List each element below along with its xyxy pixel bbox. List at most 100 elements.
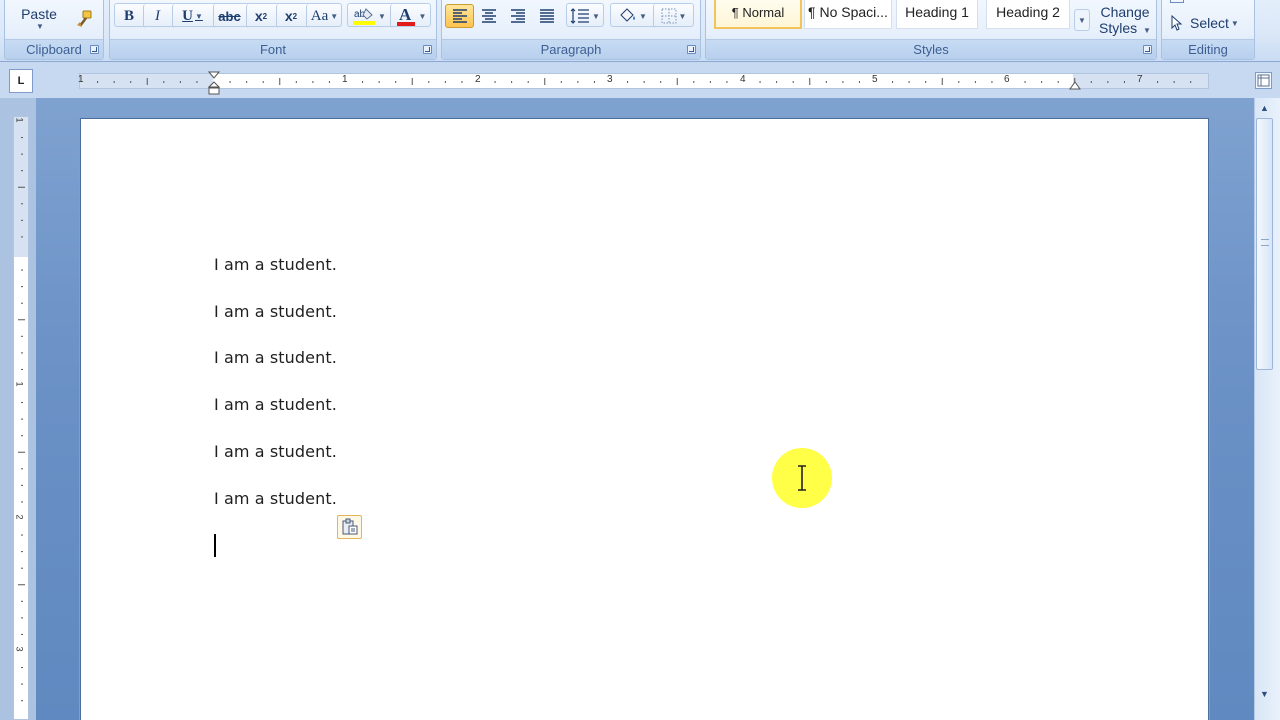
svg-text:A: A — [399, 5, 412, 24]
horizontal-ruler[interactable]: 1 1 2 3 4 5 6 7 — [78, 71, 1209, 95]
subscript-button[interactable]: x2 — [246, 4, 275, 28]
align-right-icon — [510, 9, 525, 23]
align-left-button[interactable] — [445, 4, 474, 28]
highlighter-icon: ab — [353, 8, 376, 25]
chevron-down-icon: ▼ — [36, 21, 44, 31]
chevron-down-icon: ▼ — [330, 11, 339, 21]
styles-group-label: Styles — [706, 39, 1156, 59]
subscript-label: x — [254, 8, 263, 24]
underline-label: U — [182, 7, 193, 24]
chevron-down-icon: ▼ — [592, 11, 600, 21]
underline-button[interactable]: U ▼ — [172, 4, 212, 28]
document-page[interactable]: I am a student. I am a student. I am a s… — [80, 118, 1209, 720]
chevron-down-icon: ▼ — [1143, 25, 1151, 35]
justify-icon — [539, 9, 554, 23]
font-group: B I U ▼ abc x2 x2 Aa ▼ ab ▼ A ▼ Font — [109, 0, 437, 60]
font-group-label: Font — [110, 39, 436, 59]
chevron-down-icon: ▼ — [418, 11, 427, 21]
italic-button[interactable]: I — [143, 4, 171, 28]
paste-options-button[interactable] — [337, 515, 362, 539]
ruler-number: 6 — [1004, 74, 1010, 85]
change-styles-line2: Styles — [1099, 19, 1138, 36]
view-ruler-button[interactable] — [1255, 72, 1272, 89]
font-color-button[interactable]: A ▼ — [390, 4, 430, 28]
scroll-up-button[interactable]: ▲ — [1256, 100, 1273, 116]
format-painter-button[interactable] — [71, 7, 97, 31]
align-right-button[interactable] — [503, 4, 532, 28]
document-line[interactable]: I am a student. — [214, 348, 337, 367]
document-line[interactable]: I am a student. — [214, 255, 337, 274]
replace-icon — [1170, 0, 1184, 3]
left-indent-marker[interactable] — [208, 81, 220, 95]
chevron-down-icon: ▼ — [639, 11, 647, 21]
ruler-number: 1 — [342, 74, 348, 85]
ruler-number: 2 — [475, 74, 481, 85]
select-button[interactable]: Select ▼ — [1170, 11, 1250, 35]
align-left-icon — [452, 9, 467, 23]
replace-button[interactable] — [1170, 0, 1250, 5]
style-no-spacing-label: ¶ No Spaci... — [808, 4, 888, 20]
grip-icon — [1261, 239, 1269, 246]
document-line[interactable]: I am a student. — [214, 395, 337, 414]
superscript-label: x — [284, 8, 293, 24]
style-heading-2-label: Heading 2 — [996, 4, 1060, 20]
change-case-button[interactable]: Aa ▼ — [306, 4, 342, 28]
document-line[interactable]: I am a student. — [214, 442, 337, 461]
document-line[interactable]: I am a student. — [214, 302, 337, 321]
select-label: Select — [1190, 15, 1229, 31]
style-heading-1[interactable]: Heading 1 — [896, 0, 978, 29]
paragraph-group: ▼ ▼ ▼ Paragraph — [441, 0, 701, 60]
document-line[interactable]: I am a student. — [214, 489, 337, 508]
bold-button[interactable]: B — [116, 4, 142, 28]
chevron-down-icon: ▼ — [194, 11, 203, 21]
cursor-arrow-icon — [1171, 15, 1183, 31]
paragraph-group-label: Paragraph — [442, 39, 700, 59]
style-normal-label: ¶ Normal — [731, 4, 785, 20]
tab-selector-label: L — [17, 75, 25, 87]
style-no-spacing[interactable]: ¶ No Spaci... — [804, 0, 892, 29]
scroll-down-button[interactable]: ▼ — [1256, 686, 1273, 702]
vertical-ruler[interactable]: 1 1 2 3 — [13, 116, 29, 720]
ruler-number: 1 — [14, 117, 25, 123]
strikethrough-button[interactable]: abc — [213, 4, 245, 28]
chevron-down-icon: ▼ — [1230, 18, 1239, 28]
chevron-down-icon: ▼ — [678, 11, 687, 21]
line-spacing-button[interactable]: ▼ — [567, 4, 603, 28]
align-center-button[interactable] — [474, 4, 503, 28]
text-caret — [214, 534, 216, 557]
style-normal[interactable]: ¶ Normal — [714, 0, 802, 29]
editing-group: Select ▼ Editing — [1161, 0, 1255, 60]
styles-more-button[interactable]: ▼ — [1074, 9, 1090, 31]
superscript-button[interactable]: x2 — [276, 4, 305, 28]
ruler-number: 4 — [740, 74, 746, 85]
ruler-number: 5 — [872, 74, 878, 85]
scroll-up-icon: ▲ — [1260, 103, 1269, 113]
line-spacing-icon — [570, 8, 590, 24]
scrollbar-thumb[interactable] — [1256, 118, 1273, 370]
change-styles-button[interactable]: Change Styles ▼ — [1096, 3, 1154, 39]
editing-group-label: Editing — [1162, 39, 1254, 59]
text-highlight-button[interactable]: ab ▼ — [349, 4, 389, 28]
right-indent-marker[interactable] — [1069, 81, 1081, 90]
paste-label: Paste — [21, 5, 57, 22]
paste-button[interactable]: Paste ▼ — [13, 1, 65, 35]
borders-button[interactable]: ▼ — [653, 4, 693, 28]
styles-dialog-launcher[interactable] — [1143, 45, 1152, 54]
change-case-label: Aa — [310, 7, 329, 24]
style-heading-2[interactable]: Heading 2 — [986, 0, 1070, 29]
justify-button[interactable] — [532, 4, 561, 28]
format-painter-icon — [77, 10, 92, 27]
tab-selector-button[interactable]: L — [9, 69, 33, 93]
font-dialog-launcher[interactable] — [423, 45, 432, 54]
paragraph-dialog-launcher[interactable] — [687, 45, 696, 54]
ruler-number: 1 — [14, 381, 25, 387]
shading-button[interactable]: ▼ — [612, 4, 652, 28]
font-color-icon: A — [396, 5, 415, 26]
align-center-icon — [481, 9, 496, 23]
clipboard-dialog-launcher[interactable] — [90, 45, 99, 54]
first-line-indent-marker[interactable] — [208, 71, 220, 79]
ruler-number: 2 — [14, 514, 25, 520]
change-styles-line1: Change — [1100, 3, 1150, 20]
paste-options-icon — [342, 518, 357, 535]
bold-label: B — [123, 7, 134, 24]
